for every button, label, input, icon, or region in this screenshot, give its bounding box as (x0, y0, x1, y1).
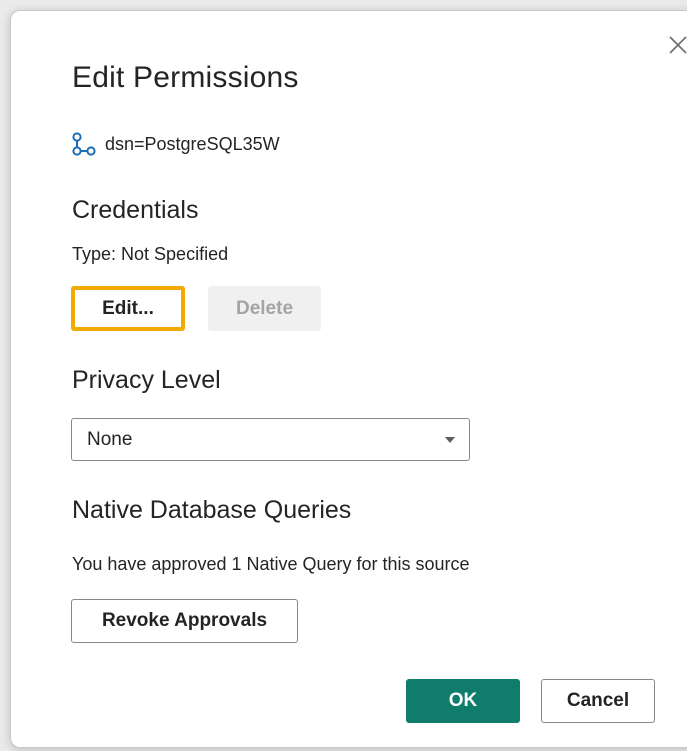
native-queries-heading: Native Database Queries (72, 496, 352, 524)
edit-credentials-button[interactable]: Edit... (71, 286, 185, 331)
native-queries-status: You have approved 1 Native Query for thi… (72, 554, 470, 574)
revoke-approvals-button[interactable]: Revoke Approvals (71, 599, 298, 643)
privacy-level-dropdown[interactable]: None (71, 418, 470, 461)
close-icon[interactable] (666, 33, 687, 57)
cancel-button[interactable]: Cancel (541, 679, 655, 723)
data-source: dsn=PostgreSQL35W (71, 131, 280, 157)
chevron-down-icon (445, 437, 455, 443)
data-source-label: dsn=PostgreSQL35W (105, 133, 280, 154)
ok-button[interactable]: OK (406, 679, 520, 723)
privacy-level-value: None (87, 428, 133, 450)
dialog-title: Edit Permissions (72, 61, 299, 94)
edit-permissions-dialog: Edit Permissions dsn=PostgreSQL35W Crede… (10, 10, 687, 748)
credentials-heading: Credentials (72, 196, 199, 224)
dsn-connection-icon (72, 132, 96, 156)
delete-credentials-button: Delete (208, 286, 321, 331)
credential-type-text: Type: Not Specified (72, 244, 229, 264)
privacy-level-heading: Privacy Level (72, 366, 221, 394)
